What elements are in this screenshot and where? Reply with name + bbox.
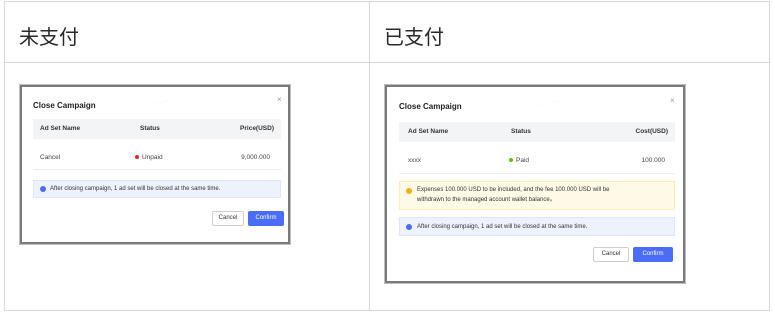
row-divider <box>33 169 281 170</box>
header-unpaid: 未支付 <box>19 25 79 49</box>
header-paid: 已支付 <box>384 25 444 49</box>
watermark: · · · · · · · <box>536 98 562 110</box>
column-cost: Cost(USD) <box>635 128 669 135</box>
confirm-button[interactable]: Confirm <box>633 247 673 262</box>
column-status: Status <box>140 125 160 132</box>
confirm-button[interactable]: Confirm <box>248 211 284 226</box>
warning-icon <box>406 188 412 194</box>
body-cell-paid: · · · · · · · Close Campaign × Ad Set Na… <box>370 63 769 310</box>
info-alert: After closing campaign, 1 ad set will be… <box>33 180 281 198</box>
info-icon <box>406 224 412 230</box>
table-header: Ad Set Name Status Cost(USD) <box>399 122 675 142</box>
status-dot-icon <box>135 155 139 160</box>
status-badge: Paid <box>509 157 529 164</box>
status-label: Paid <box>516 157 530 164</box>
info-alert: After closing campaign, 1 ad set will be… <box>399 217 675 236</box>
info-text: After closing campaign, 1 ad set will be… <box>417 224 588 230</box>
body-cell-unpaid: · · · · · · · Close Campaign × Ad Set Na… <box>5 63 369 310</box>
ad-set-name: xxxx <box>408 157 421 164</box>
close-campaign-modal-unpaid: · · · · · · · Close Campaign × Ad Set Na… <box>20 85 290 244</box>
header-cell-paid: 已支付 <box>370 2 769 63</box>
status-label: Unpaid <box>142 154 163 161</box>
column-status: Status <box>511 128 531 135</box>
warning-alert: Expenses 100.000 USD to be included, and… <box>399 181 675 210</box>
table-header: Ad Set Name Status Price(USD) <box>33 119 281 139</box>
warning-text-line2: withdrawn to the managed account wallet … <box>417 197 556 203</box>
cancel-button[interactable]: Cancel <box>212 211 244 226</box>
column-paid: 已支付 · · · · · · · Close Campaign × Ad Se… <box>370 2 769 310</box>
info-icon <box>40 186 46 192</box>
ad-set-name: Cancel <box>40 154 61 161</box>
header-cell-unpaid: 未支付 <box>5 2 369 63</box>
comparison-table: 未支付 · · · · · · · Close Campaign × Ad Se… <box>4 1 770 311</box>
price-value: 9,000.000 <box>241 154 270 161</box>
column-price: Price(USD) <box>240 125 274 132</box>
close-icon[interactable]: × <box>670 96 675 105</box>
column-ad-set-name: Ad Set Name <box>408 128 449 135</box>
cancel-button[interactable]: Cancel <box>593 247 629 262</box>
watermark: · · · · · · · <box>151 96 177 108</box>
close-campaign-modal-paid: · · · · · · · Close Campaign × Ad Set Na… <box>385 85 685 283</box>
column-ad-set-name: Ad Set Name <box>40 125 81 132</box>
info-text: After closing campaign, 1 ad set will be… <box>50 186 221 192</box>
close-icon[interactable]: × <box>277 95 282 104</box>
column-unpaid: 未支付 · · · · · · · Close Campaign × Ad Se… <box>5 2 370 310</box>
cost-value: 100.000 <box>641 157 666 164</box>
row-divider <box>399 173 675 174</box>
modal-title: Close Campaign <box>33 101 96 110</box>
warning-text-line1: Expenses 100.000 USD to be included, and… <box>417 187 610 193</box>
status-badge: Unpaid <box>135 154 163 161</box>
status-dot-icon <box>509 158 513 163</box>
modal-title: Close Campaign <box>399 102 462 111</box>
